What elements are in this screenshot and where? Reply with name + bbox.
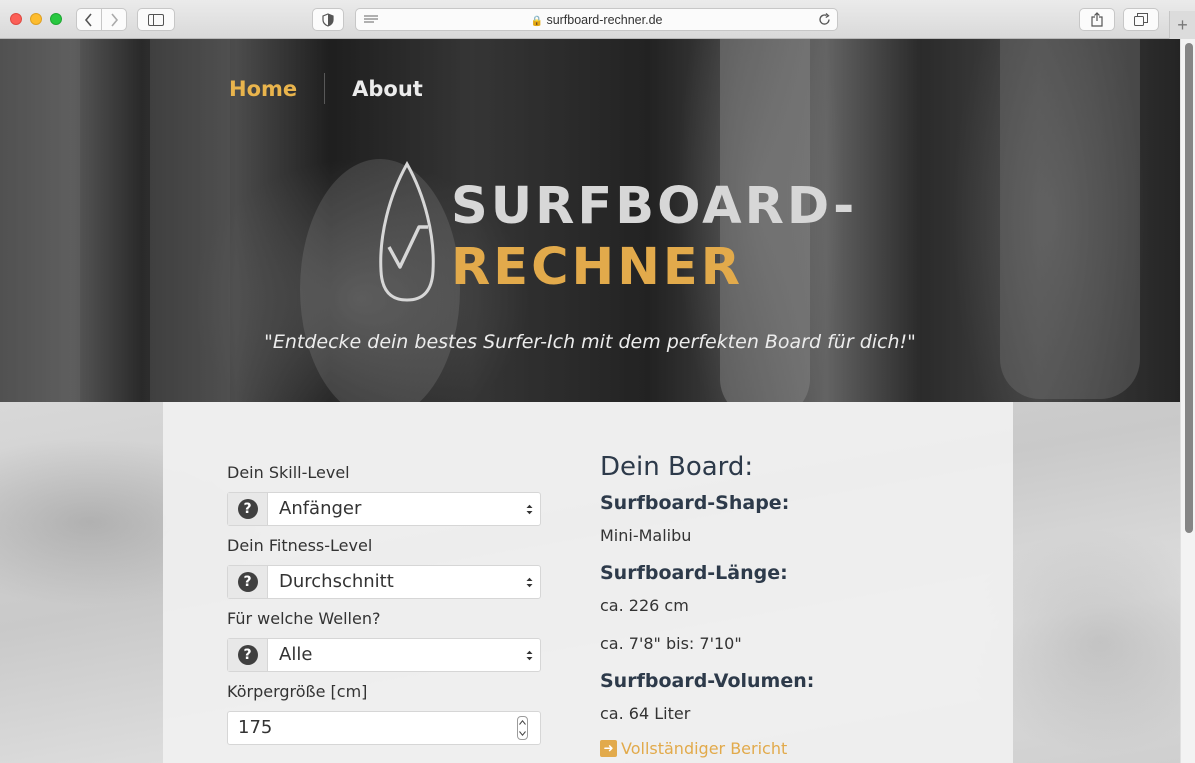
select-arrows-icon [518,566,540,598]
shield-icon [322,12,334,27]
question-icon: ? [237,499,258,519]
question-icon: ? [237,645,258,665]
height-input[interactable]: 175 [227,711,541,745]
stepper-down-icon[interactable] [519,731,526,736]
address-bar[interactable]: 🔒 surfboard-rechner.de [355,8,838,31]
sidebar-toggle-button[interactable] [137,8,175,31]
shape-heading: Surfboard-Shape: [600,492,790,514]
sidebar-icon [148,13,164,26]
zoom-window-button[interactable] [50,13,62,25]
fitness-level-label: Dein Fitness-Level [227,536,373,555]
select-arrows-icon [518,639,540,671]
logo-text-line2: RECHNER [451,238,744,297]
calculator-section: Dein Skill-Level ? Anfänger Dein Fitness… [0,402,1180,763]
new-tab-button[interactable]: + [1169,11,1195,39]
logo-text-line1: SURFBOARD- [451,177,858,236]
back-button[interactable] [76,8,102,31]
main-nav: Home About [229,73,423,104]
forward-button[interactable] [101,8,127,31]
lock-icon: 🔒 [530,16,543,27]
url-text: 🔒 surfboard-rechner.de [356,13,837,27]
select-arrows-icon [518,493,540,525]
fitness-level-value: Durchschnitt [279,571,394,592]
length-heading: Surfboard-Länge: [600,562,788,584]
nav-about-link[interactable]: About [352,77,423,101]
reload-icon[interactable] [818,13,831,26]
full-report-label: Vollständiger Bericht [621,739,788,758]
show-tabs-button[interactable] [1123,8,1159,31]
surfboard-logo-icon [379,161,435,302]
share-button[interactable] [1079,8,1115,31]
scrollbar-thumb[interactable] [1185,43,1193,533]
nav-divider [324,73,326,104]
browser-toolbar: 🔒 surfboard-rechner.de + [0,0,1195,39]
minimize-window-button[interactable] [30,13,42,25]
page-viewport: Home About SURFBOARD- RECHNER "Entdecke … [0,39,1195,763]
chevron-right-icon [111,12,119,27]
page-scrollbar[interactable] [1180,39,1195,763]
volume-heading: Surfboard-Volumen: [600,670,815,692]
waves-value: Alle [279,644,313,665]
shape-value: Mini-Malibu [600,526,692,545]
fitness-help-button[interactable]: ? [228,566,268,598]
waves-select[interactable]: ? Alle [227,638,541,672]
height-stepper[interactable] [517,716,528,740]
height-label: Körpergröße [cm] [227,682,368,701]
arrow-right-icon: ➜ [600,740,617,757]
skill-help-button[interactable]: ? [228,493,268,525]
skill-level-label: Dein Skill-Level [227,463,350,482]
skill-level-select[interactable]: ? Anfänger [227,492,541,526]
hero-tagline: "Entdecke dein bestes Surfer-Ich mit dem… [264,331,916,353]
length-ft-value: ca. 7'8" bis: 7'10" [600,634,742,653]
fitness-level-select[interactable]: ? Durchschnitt [227,565,541,599]
result-title: Dein Board: [600,452,754,482]
nav-home-link[interactable]: Home [229,77,297,101]
close-window-button[interactable] [10,13,22,25]
calculator-panel: Dein Skill-Level ? Anfänger Dein Fitness… [163,402,1013,763]
chevron-left-icon [84,12,92,27]
height-value: 175 [238,717,273,738]
url-label: surfboard-rechner.de [546,13,663,27]
skill-level-value: Anfänger [279,498,362,519]
hero-section: Home About SURFBOARD- RECHNER "Entdecke … [0,39,1180,402]
stepper-up-icon[interactable] [519,720,526,725]
waves-label: Für welche Wellen? [227,609,381,628]
volume-value: ca. 64 Liter [600,704,691,723]
waves-help-button[interactable]: ? [228,639,268,671]
share-icon [1091,12,1103,27]
plus-icon: + [1177,15,1188,35]
length-cm-value: ca. 226 cm [600,596,689,615]
question-icon: ? [237,572,258,592]
tabs-overview-icon [1134,13,1148,26]
privacy-report-button[interactable] [312,8,344,31]
full-report-link[interactable]: ➜ Vollständiger Bericht [600,739,787,758]
